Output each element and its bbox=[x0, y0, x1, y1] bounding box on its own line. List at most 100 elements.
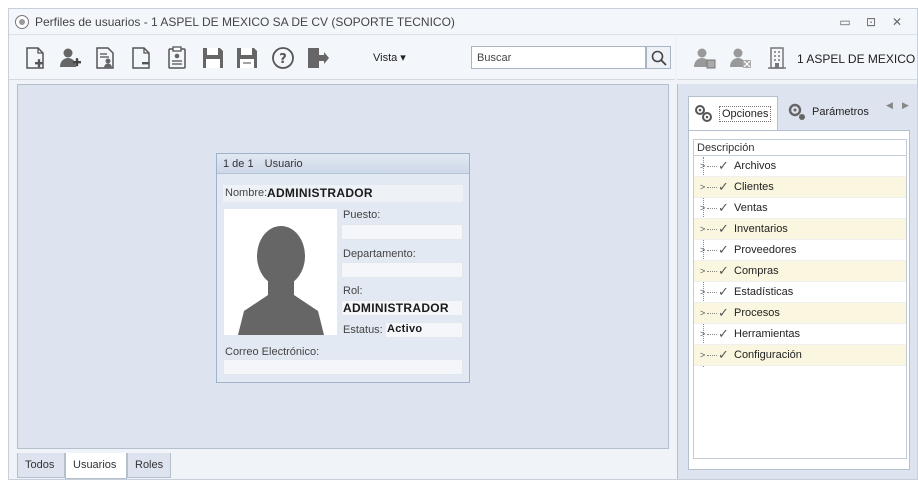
expand-icon[interactable]: > bbox=[700, 182, 705, 192]
blank-document-icon bbox=[132, 47, 150, 69]
check-icon[interactable]: ✓ bbox=[718, 158, 729, 174]
tree-item-estadisticas[interactable]: > ✓ Estadísticas bbox=[694, 282, 906, 303]
add-user-icon bbox=[60, 48, 81, 67]
help-icon: ? bbox=[272, 47, 294, 69]
app-icon bbox=[15, 15, 29, 29]
right-toolbar: 1 ASPEL DE MEXICO ... bbox=[677, 36, 918, 80]
close-button[interactable]: ✕ bbox=[887, 13, 907, 31]
tree-item-compras[interactable]: > ✓ Compras bbox=[694, 261, 906, 282]
tab-parametros[interactable]: Parámetros bbox=[782, 96, 878, 128]
help-button[interactable]: ? bbox=[269, 44, 297, 72]
building-icon bbox=[768, 47, 786, 69]
restore-button[interactable]: ⊡ bbox=[861, 13, 881, 31]
user-edit-button[interactable] bbox=[691, 44, 719, 72]
company-label: 1 ASPEL DE MEXICO ... bbox=[797, 52, 918, 66]
svg-text:?: ? bbox=[279, 52, 287, 67]
minimize-button[interactable]: ▭ bbox=[835, 13, 855, 31]
options-tree-container: Descripción > ✓ Archivos > ✓ Clientes > ✓ Vent… bbox=[688, 130, 910, 470]
tab-parametros-label: Parámetros bbox=[812, 106, 869, 118]
search-button[interactable] bbox=[646, 46, 671, 69]
building-button[interactable] bbox=[763, 44, 791, 72]
save-icon bbox=[203, 48, 223, 68]
expand-icon[interactable]: > bbox=[700, 266, 705, 276]
tree-item-procesos[interactable]: > ✓ Procesos bbox=[694, 303, 906, 324]
check-icon[interactable]: ✓ bbox=[718, 242, 729, 258]
options-tree[interactable]: Descripción > ✓ Archivos > ✓ Clientes > ✓ Vent… bbox=[693, 139, 907, 459]
estatus-label: Estatus: bbox=[343, 324, 383, 336]
permissions-panel: Opciones Parámetros ◀ ▶ Descripción > ✓ Ar… bbox=[677, 84, 917, 479]
correo-field bbox=[223, 359, 463, 375]
tab-roles[interactable]: Roles bbox=[127, 453, 171, 478]
puesto-field bbox=[341, 224, 463, 240]
tree-item-herramientas[interactable]: > ✓ Herramientas bbox=[694, 324, 906, 345]
exit-button[interactable] bbox=[303, 44, 331, 72]
main-toolbar: ? Vista ▾ bbox=[9, 36, 675, 80]
check-icon[interactable]: ✓ bbox=[718, 221, 729, 237]
new-document-button[interactable] bbox=[21, 44, 49, 72]
tree-item-clientes[interactable]: > ✓ Clientes bbox=[694, 177, 906, 198]
new-document-icon bbox=[26, 47, 44, 69]
check-icon[interactable]: ✓ bbox=[718, 305, 729, 321]
clipboard-icon bbox=[168, 46, 186, 69]
options-gear-icon bbox=[695, 104, 712, 122]
user-delete-icon bbox=[730, 48, 751, 68]
nombre-label: Nombre: bbox=[225, 187, 268, 199]
search-icon bbox=[651, 50, 667, 66]
exit-icon bbox=[308, 48, 329, 68]
user-card[interactable]: 1 de 1 Usuario Nombre: ADMINISTRADOR Pue… bbox=[216, 153, 470, 383]
departamento-label: Departamento: bbox=[343, 248, 416, 260]
tab-scroll-left-icon[interactable]: ◀ bbox=[886, 100, 893, 111]
check-icon[interactable]: ✓ bbox=[718, 326, 729, 342]
tab-opciones-label: Opciones bbox=[719, 105, 772, 122]
check-icon[interactable]: ✓ bbox=[718, 347, 729, 363]
tree-item-inventarios[interactable]: > ✓ Inventarios bbox=[694, 219, 906, 240]
tree-item-ventas[interactable]: > ✓ Ventas bbox=[694, 198, 906, 219]
departamento-field bbox=[341, 262, 463, 278]
save-as-button[interactable] bbox=[233, 44, 261, 72]
estatus-value: Activo bbox=[387, 323, 423, 335]
expand-icon[interactable]: > bbox=[700, 203, 705, 213]
user-report-button[interactable] bbox=[91, 44, 119, 72]
check-icon[interactable]: ✓ bbox=[718, 284, 729, 300]
expand-icon[interactable]: > bbox=[700, 308, 705, 318]
expand-icon[interactable]: > bbox=[700, 329, 705, 339]
window-title: Perfiles de usuarios - 1 ASPEL DE MEXICO… bbox=[35, 15, 455, 29]
correo-label: Correo Electrónico: bbox=[225, 346, 320, 358]
vista-menu[interactable]: Vista ▾ bbox=[373, 51, 406, 64]
tree-item-configuracion[interactable]: > ✓ Configuración bbox=[694, 345, 906, 366]
record-counter: 1 de 1 bbox=[223, 158, 254, 170]
user-delete-button[interactable] bbox=[727, 44, 755, 72]
check-icon[interactable]: ✓ bbox=[718, 200, 729, 216]
tree-item-archivos[interactable]: > ✓ Archivos bbox=[694, 156, 906, 177]
blank-document-button[interactable] bbox=[127, 44, 155, 72]
nombre-value: ADMINISTRADOR bbox=[267, 186, 373, 200]
tree-item-proveedores[interactable]: > ✓ Proveedores bbox=[694, 240, 906, 261]
app-window: Perfiles de usuarios - 1 ASPEL DE MEXICO… bbox=[8, 8, 918, 480]
avatar bbox=[224, 209, 337, 335]
tab-usuarios[interactable]: Usuarios bbox=[65, 453, 127, 479]
add-user-button[interactable] bbox=[57, 44, 85, 72]
expand-icon[interactable]: > bbox=[700, 350, 705, 360]
save-button[interactable] bbox=[199, 44, 227, 72]
expand-icon[interactable]: > bbox=[700, 287, 705, 297]
expand-icon[interactable]: > bbox=[700, 245, 705, 255]
parameters-gear-icon bbox=[788, 103, 805, 120]
check-icon[interactable]: ✓ bbox=[718, 263, 729, 279]
user-photo bbox=[224, 209, 337, 335]
rol-label: Rol: bbox=[343, 285, 363, 297]
user-report-icon bbox=[96, 47, 114, 69]
tree-column-header: Descripción bbox=[694, 140, 906, 156]
expand-icon[interactable]: > bbox=[700, 161, 705, 171]
clipboard-button[interactable] bbox=[163, 44, 191, 72]
user-edit-icon bbox=[694, 48, 716, 69]
check-icon[interactable]: ✓ bbox=[718, 179, 729, 195]
tab-opciones[interactable]: Opciones bbox=[688, 96, 778, 130]
search-input[interactable] bbox=[471, 46, 646, 69]
expand-icon[interactable]: > bbox=[700, 224, 705, 234]
main-workspace: 1 de 1 Usuario Nombre: ADMINISTRADOR Pue… bbox=[17, 84, 669, 449]
save-as-icon bbox=[237, 48, 257, 68]
user-card-title: Usuario bbox=[264, 158, 303, 170]
puesto-label: Puesto: bbox=[343, 209, 381, 221]
tab-todos[interactable]: Todos bbox=[17, 453, 65, 478]
tab-scroll-right-icon[interactable]: ▶ bbox=[902, 100, 909, 111]
